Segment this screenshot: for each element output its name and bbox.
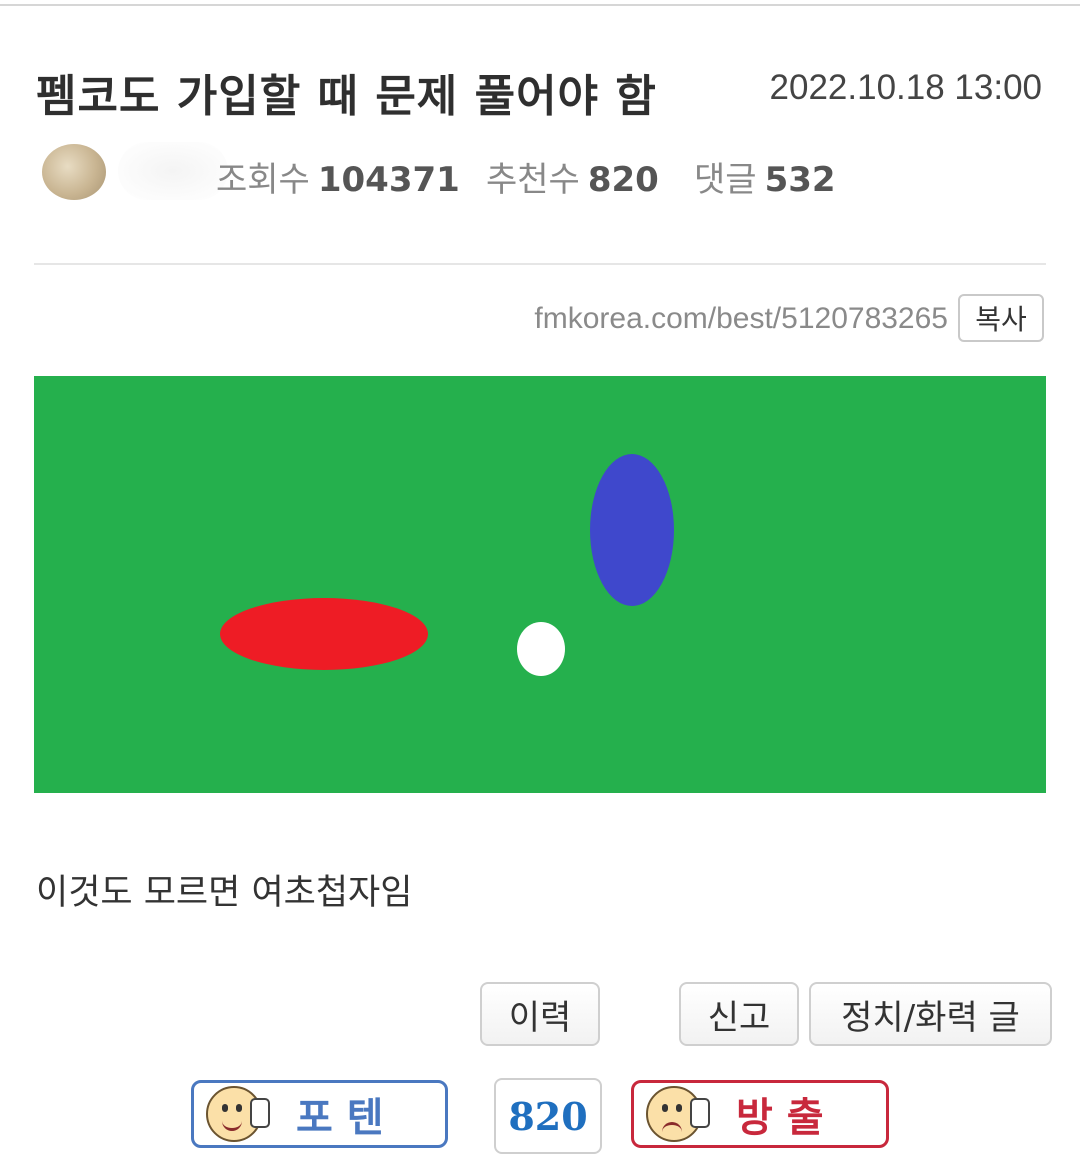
copy-url-button[interactable]: 복사 — [958, 294, 1044, 342]
comments-label: 댓글 — [694, 160, 757, 200]
recommends-label: 추천수 — [486, 160, 580, 200]
views-stat: 조회수 104371 — [216, 152, 460, 201]
post-meta: 조회수 104371 추천수 820 댓글 532 — [38, 140, 1038, 210]
comments-stat[interactable]: 댓글 532 — [694, 152, 836, 201]
downvote-button[interactable]: 방출 — [631, 1080, 889, 1148]
recommends-count: 820 — [587, 160, 659, 200]
views-label: 조회수 — [216, 160, 310, 200]
upvote-label: 포텐 — [296, 1094, 398, 1141]
thumbs-up-face-icon — [206, 1086, 270, 1142]
top-divider — [0, 4, 1080, 6]
thumbs-down-face-icon — [646, 1086, 710, 1142]
image-background — [34, 376, 1046, 793]
views-count: 104371 — [317, 160, 460, 200]
history-button[interactable]: 이력 — [480, 982, 600, 1046]
post-body-text: 이것도 모르면 여초첩자임 — [36, 873, 413, 913]
content-divider — [34, 263, 1046, 265]
upvote-button[interactable]: 포텐 — [191, 1080, 448, 1148]
blue-ellipse — [590, 454, 674, 606]
vote-count: 820 — [494, 1078, 602, 1154]
post-date: 2022.10.18 13:00 — [769, 68, 1042, 107]
report-button[interactable]: 신고 — [679, 982, 799, 1046]
politics-post-button[interactable]: 정치/화력 글 — [809, 982, 1052, 1046]
post-title: 펨코도 가입할 때 문제 풀어야 함 — [36, 71, 657, 122]
post-url: fmkorea.com/best/5120783265 — [534, 302, 948, 335]
red-ellipse — [220, 598, 428, 670]
post-image — [34, 376, 1046, 793]
blurred-author-name[interactable] — [118, 142, 228, 200]
avatar[interactable] — [42, 144, 106, 200]
comments-count: 532 — [764, 160, 836, 200]
recommends-stat: 추천수 820 — [486, 152, 659, 201]
downvote-label: 방출 — [736, 1094, 838, 1141]
white-circle — [517, 622, 565, 676]
